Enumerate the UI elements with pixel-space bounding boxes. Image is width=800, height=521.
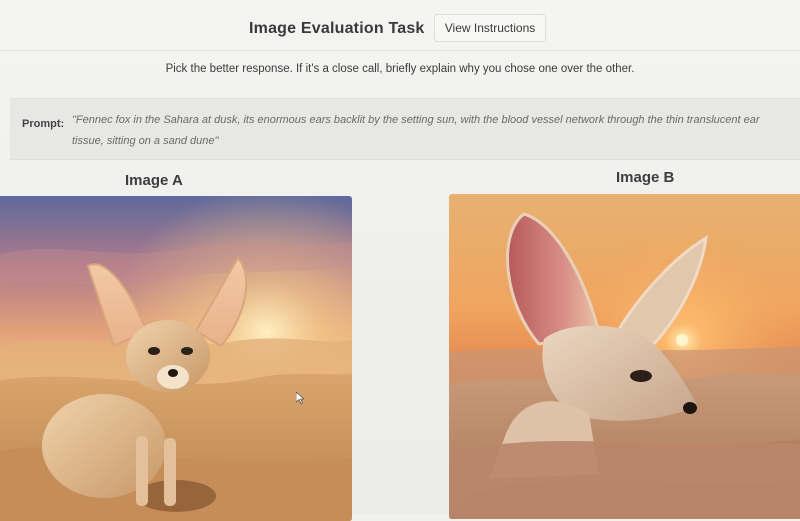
task-header: Image Evaluation Task View Instructions bbox=[0, 10, 800, 48]
image-b-option[interactable] bbox=[449, 194, 800, 519]
image-b-picture bbox=[449, 194, 800, 519]
view-instructions-button[interactable]: View Instructions bbox=[434, 14, 546, 42]
image-b-label: Image B bbox=[616, 169, 675, 186]
evaluation-screen: Image Evaluation Task View Instructions … bbox=[0, 0, 800, 521]
image-a-label: Image A bbox=[125, 172, 183, 189]
prompt-label: Prompt: bbox=[22, 118, 65, 130]
prompt-text: "Fennec fox in the Sahara at dusk, its e… bbox=[72, 114, 760, 147]
mouse-pointer-icon bbox=[296, 392, 304, 404]
header-divider bbox=[0, 50, 800, 51]
task-instruction: Pick the better response. If it's a clos… bbox=[165, 63, 635, 75]
image-a-option[interactable] bbox=[0, 196, 352, 521]
page-title: Image Evaluation Task bbox=[249, 20, 425, 37]
prompt-panel: Prompt: "Fennec fox in the Sahara at dus… bbox=[10, 98, 800, 160]
image-a-picture bbox=[0, 196, 352, 521]
